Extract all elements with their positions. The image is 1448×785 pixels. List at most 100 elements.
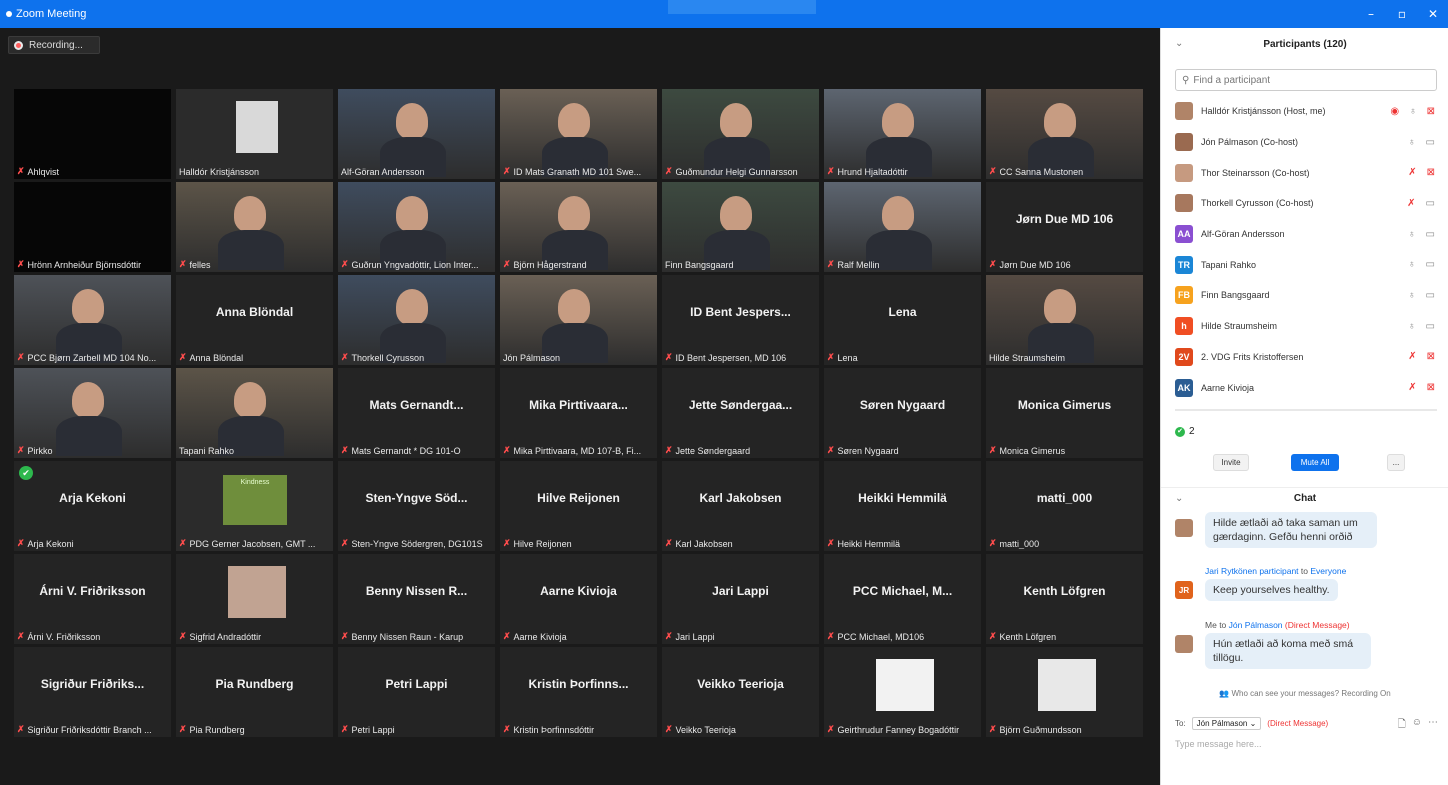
- participant-name: Halldór Kristjánsson: [179, 167, 260, 177]
- participant-row[interactable]: Halldór Kristjánsson (Host, me) ◉ ♁ ⊠: [1161, 96, 1448, 127]
- more-options-button[interactable]: ...: [1387, 454, 1405, 471]
- participant-tile[interactable]: ✗ CC Sanna Mustonen: [986, 89, 1143, 179]
- minimize-button[interactable]: –: [1363, 7, 1379, 21]
- participant-tile[interactable]: Anna Blöndal ✗ Anna Blöndal: [176, 275, 333, 365]
- participant-tile[interactable]: Halldór Kristjánsson: [176, 89, 333, 179]
- participant-row[interactable]: Thor Steinarsson (Co-host) ✗ ⊠: [1161, 157, 1448, 188]
- participant-tile[interactable]: Søren Nygaard ✗ Søren Nygaard: [824, 368, 981, 458]
- participant-tile[interactable]: Hilve Reijonen ✗ Hilve Reijonen: [500, 461, 657, 551]
- participant-tile[interactable]: Aarne Kivioja ✗ Aarne Kivioja: [500, 554, 657, 644]
- participant-tile[interactable]: ✗ Hrönn Arnheiður Björnsdóttir: [14, 182, 171, 272]
- participant-tile[interactable]: Jón Pálmason: [500, 275, 657, 365]
- avatar: [1175, 133, 1193, 152]
- person-head: [234, 196, 266, 232]
- participant-tile[interactable]: Jette Søndergaa... ✗ Jette Søndergaard: [662, 368, 819, 458]
- chat-message-input[interactable]: Type message here...: [1175, 739, 1262, 749]
- participant-name: Hilde Straumsheim: [1201, 321, 1278, 332]
- participant-tile[interactable]: Jørn Due MD 106 ✗ Jørn Due MD 106: [986, 182, 1143, 272]
- participant-name: Finn Bangsgaard: [665, 260, 734, 270]
- participant-tile[interactable]: ✗ Guðmundur Helgi Gunnarsson: [662, 89, 819, 179]
- person-head: [558, 196, 590, 232]
- participant-status-icons: ✗ ▭: [1407, 198, 1435, 209]
- participant-tile[interactable]: Arja Kekoni ✔ ✗ Arja Kekoni: [14, 461, 171, 551]
- invite-button[interactable]: Invite: [1213, 454, 1249, 471]
- participant-tile[interactable]: Árni V. Friðriksson ✗ Árni V. Friðriksson: [14, 554, 171, 644]
- muted-mic-icon: ✗: [827, 538, 835, 548]
- muted-mic-icon: ✗: [665, 166, 673, 176]
- participant-name-large: Petri Lappi: [385, 677, 448, 691]
- participant-name: Ahlqvist: [27, 166, 60, 177]
- chat-visibility-note[interactable]: 👥 Who can see your messages? Recording O…: [1161, 689, 1448, 698]
- participant-name: Lena: [837, 352, 858, 363]
- participant-tile[interactable]: Benny Nissen R... ✗ Benny Nissen Raun - Ka…: [338, 554, 495, 644]
- collapse-chat-icon[interactable]: ⌄: [1175, 493, 1183, 504]
- participant-search-input[interactable]: ⚲ Find a participant: [1175, 69, 1437, 91]
- participant-row[interactable]: AK Aarne Kivioja ✗ ⊠: [1161, 372, 1448, 403]
- participants-scrollbar[interactable]: [1175, 409, 1437, 411]
- participant-tile[interactable]: Finn Bangsgaard: [662, 182, 819, 272]
- participant-name: Mika Pirttivaara, MD 107-B, Fi...: [513, 445, 642, 456]
- participant-tile[interactable]: ID Bent Jespers... ✗ ID Bent Jespersen, MD…: [662, 275, 819, 365]
- participant-tile[interactable]: ✗ Björn Guðmundsson: [986, 647, 1143, 737]
- participant-tile[interactable]: ✗ Ahlqvist: [14, 89, 171, 179]
- participant-tile[interactable]: Sigriður Friðriks... ✗ Sigriður Friðriksdó…: [14, 647, 171, 737]
- participant-tile[interactable]: Mika Pirttivaara... ✗ Mika Pirttivaara, MD…: [500, 368, 657, 458]
- participant-tile[interactable]: Petri Lappi ✗ Petri Lappi: [338, 647, 495, 737]
- maximize-button[interactable]: ▫: [1394, 7, 1410, 21]
- participant-name: Björn Hågerstrand: [513, 259, 587, 270]
- participant-tile[interactable]: Jari Lappi ✗ Jari Lappi: [662, 554, 819, 644]
- participant-tile[interactable]: ✗ Hrund Hjaltadóttir: [824, 89, 981, 179]
- participant-tile[interactable]: Veikko Teerioja ✗ Veikko Teerioja: [662, 647, 819, 737]
- participant-tile[interactable]: ✗ Geirthrudur Fanney Bogadóttir: [824, 647, 981, 737]
- participant-tile[interactable]: Kristin Þorfinns... ✗ Kristin Þorfinnsdótt…: [500, 647, 657, 737]
- participant-tile[interactable]: ✗ Guðrun Yngvadóttir, Lion Inter...: [338, 182, 495, 272]
- more-icon[interactable]: ⋯: [1428, 717, 1438, 734]
- participant-tile[interactable]: Karl Jakobsen ✗ Karl Jakobsen: [662, 461, 819, 551]
- participant-tile[interactable]: Tapani Rahko: [176, 368, 333, 458]
- emoji-icon[interactable]: ☺: [1412, 717, 1422, 734]
- recipient-dropdown[interactable]: Jón Pálmason ⌄: [1191, 717, 1262, 730]
- participant-row[interactable]: AA Alf-Göran Andersson ♁ ▭: [1161, 219, 1448, 250]
- participant-tile[interactable]: ✗ ID Mats Granath MD 101 Swe...: [500, 89, 657, 179]
- participant-tile[interactable]: ✗ Ralf Mellin: [824, 182, 981, 272]
- participant-tile[interactable]: Kindness ✗ PDG Gerner Jacobsen, GMT ...: [176, 461, 333, 551]
- participant-tile[interactable]: Hilde Straumsheim: [986, 275, 1143, 365]
- participant-tile[interactable]: ✗ Pirkko: [14, 368, 171, 458]
- avatar-initials: TR: [1175, 255, 1193, 274]
- participant-tile[interactable]: Alf-Göran Andersson: [338, 89, 495, 179]
- file-icon[interactable]: 🗋: [1398, 717, 1406, 734]
- participant-row[interactable]: FB Finn Bangsgaard ♁ ▭: [1161, 280, 1448, 311]
- participant-row[interactable]: TR Tapani Rahko ♁ ▭: [1161, 249, 1448, 280]
- participant-tile[interactable]: Pia Rundberg ✗ Pia Rundberg: [176, 647, 333, 737]
- close-button[interactable]: ✕: [1425, 7, 1441, 21]
- participant-tile[interactable]: ✗ Björn Hågerstrand: [500, 182, 657, 272]
- muted-mic-icon: ✗: [341, 445, 349, 455]
- participant-tile[interactable]: Sten-Yngve Söd... ✗ Sten-Yngve Södergren, …: [338, 461, 495, 551]
- participant-name-label: ✗ Árni V. Friðriksson: [17, 631, 168, 642]
- participant-name-large: Pia Rundberg: [215, 677, 294, 691]
- participant-tile[interactable]: Heikki Hemmilä ✗ Heikki Hemmilä: [824, 461, 981, 551]
- recording-indicator[interactable]: Recording...: [8, 36, 100, 54]
- mute-all-button[interactable]: Mute All: [1291, 454, 1339, 471]
- participant-tile[interactable]: ✗ Sigfrid Andradóttir: [176, 554, 333, 644]
- participant-tile[interactable]: matti_000 ✗ matti_000: [986, 461, 1143, 551]
- participant-row[interactable]: Jón Pálmason (Co-host) ♁ ▭: [1161, 127, 1448, 158]
- participant-name-label: ✗ Sten-Yngve Södergren, DG101S: [341, 538, 492, 549]
- participant-tile[interactable]: Kenth Löfgren ✗ Kenth Löfgren: [986, 554, 1143, 644]
- participant-name-label: ✗ PDG Gerner Jacobsen, GMT ...: [179, 538, 330, 549]
- participant-row[interactable]: 2V 2. VDG Frits Kristoffersen ✗ ⊠: [1161, 342, 1448, 373]
- participant-name: Aarne Kivioja: [513, 631, 567, 642]
- participant-tile[interactable]: PCC Michael, M... ✗ PCC Michael, MD106: [824, 554, 981, 644]
- participant-tile[interactable]: Monica Gimerus ✗ Monica Gimerus: [986, 368, 1143, 458]
- participant-tile[interactable]: ✗ PCC Bjørn Zarbell MD 104 No...: [14, 275, 171, 365]
- participant-name-label: ✗ Hilve Reijonen: [503, 538, 654, 549]
- participant-tile[interactable]: ✗ felles: [176, 182, 333, 272]
- participant-tile[interactable]: Mats Gernandt... ✗ Mats Gernandt * DG 101-…: [338, 368, 495, 458]
- people-icon: 👥: [1219, 689, 1230, 698]
- participant-tile[interactable]: ✗ Thorkell Cyrusson: [338, 275, 495, 365]
- participant-name: Kenth Löfgren: [999, 631, 1057, 642]
- participant-row[interactable]: h Hilde Straumsheim ♁ ▭: [1161, 311, 1448, 342]
- participant-tile[interactable]: Lena ✗ Lena: [824, 275, 981, 365]
- participant-name-label: ✗ Hrönn Arnheiður Björnsdóttir: [17, 259, 168, 270]
- participant-row[interactable]: Thorkell Cyrusson (Co-host) ✗ ▭: [1161, 188, 1448, 219]
